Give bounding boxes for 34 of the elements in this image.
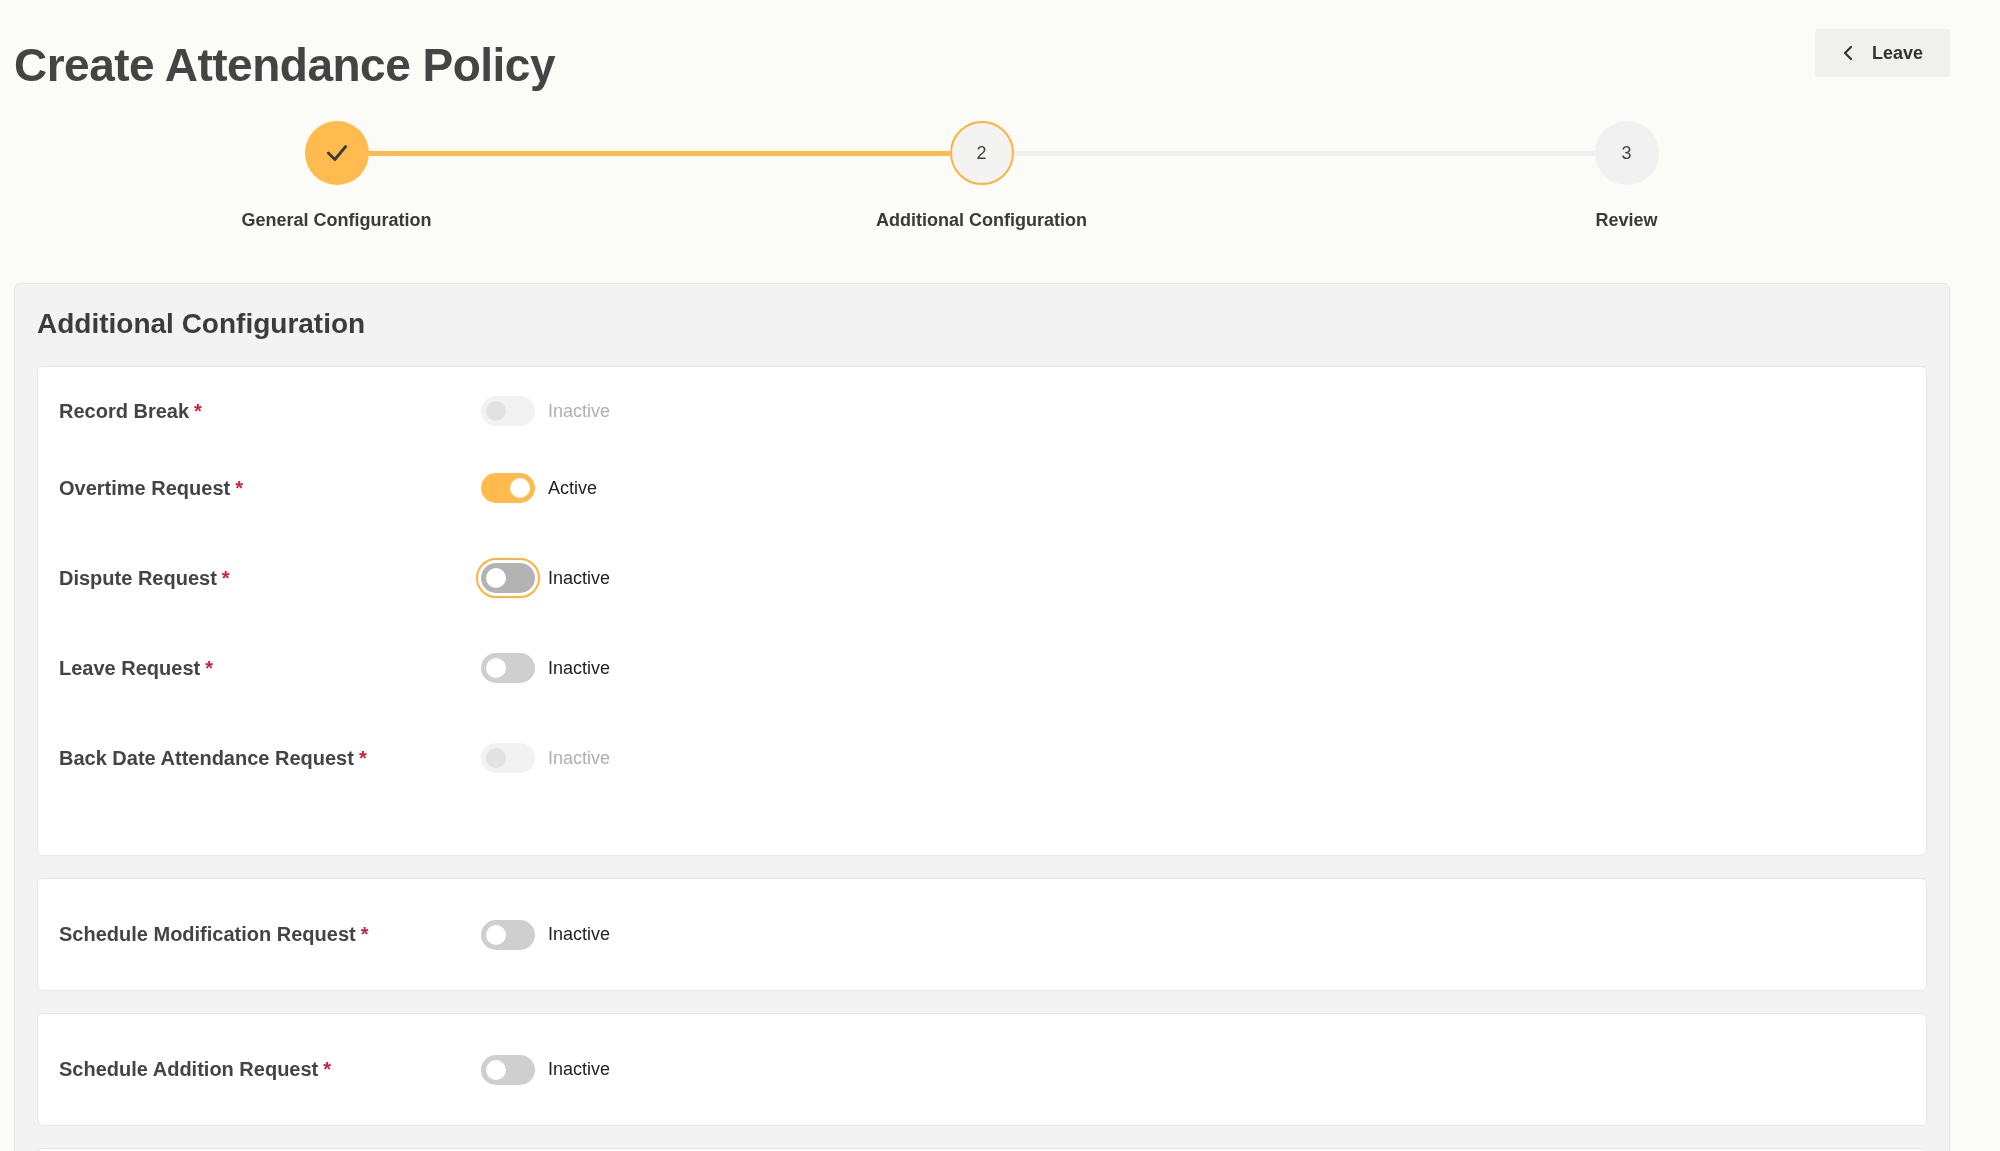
toggle-status: Active — [548, 477, 598, 499]
field-label: Record Break — [59, 399, 190, 423]
required-mark: * — [194, 399, 202, 423]
required-mark: * — [205, 656, 213, 680]
required-mark: * — [221, 566, 230, 590]
step-circle: 3 — [1594, 121, 1659, 185]
field-label: Schedule Modification Request — [59, 923, 356, 946]
required-mark: * — [358, 746, 367, 770]
toggle-switch[interactable] — [481, 653, 535, 683]
required-mark: * — [235, 476, 243, 500]
step-label: General Configuration — [241, 210, 432, 231]
toggle-status: Inactive — [548, 924, 611, 945]
required-mark: * — [323, 1058, 332, 1081]
leave-button[interactable]: Leave — [1815, 29, 1950, 77]
step-circle: 2 — [949, 121, 1014, 185]
toggle-status: Inactive — [548, 567, 611, 589]
field-label: Back Date Attendance Request — [59, 746, 354, 770]
toggle-status: Inactive — [548, 657, 611, 679]
required-mark: * — [360, 923, 369, 946]
toggle-status: Inactive — [548, 747, 611, 769]
field-label: Overtime Request — [59, 476, 231, 500]
field-label: Dispute Request — [59, 566, 217, 590]
field-label: Leave Request — [59, 656, 201, 680]
toggle-status: Inactive — [548, 1059, 611, 1080]
step-label: Review — [1595, 210, 1658, 231]
step-label: Additional Configuration — [876, 210, 1087, 231]
field-label: Schedule Addition Request — [59, 1058, 319, 1081]
toggle-switch[interactable] — [481, 473, 535, 503]
toggle-switch[interactable] — [481, 1054, 535, 1085]
toggle-switch[interactable] — [481, 919, 535, 950]
toggle-status: Inactive — [548, 400, 611, 422]
chevron-left-icon — [1841, 45, 1854, 61]
section-title: Additional Configuration — [37, 308, 367, 340]
page-title: Create Attendance Policy — [14, 38, 556, 92]
